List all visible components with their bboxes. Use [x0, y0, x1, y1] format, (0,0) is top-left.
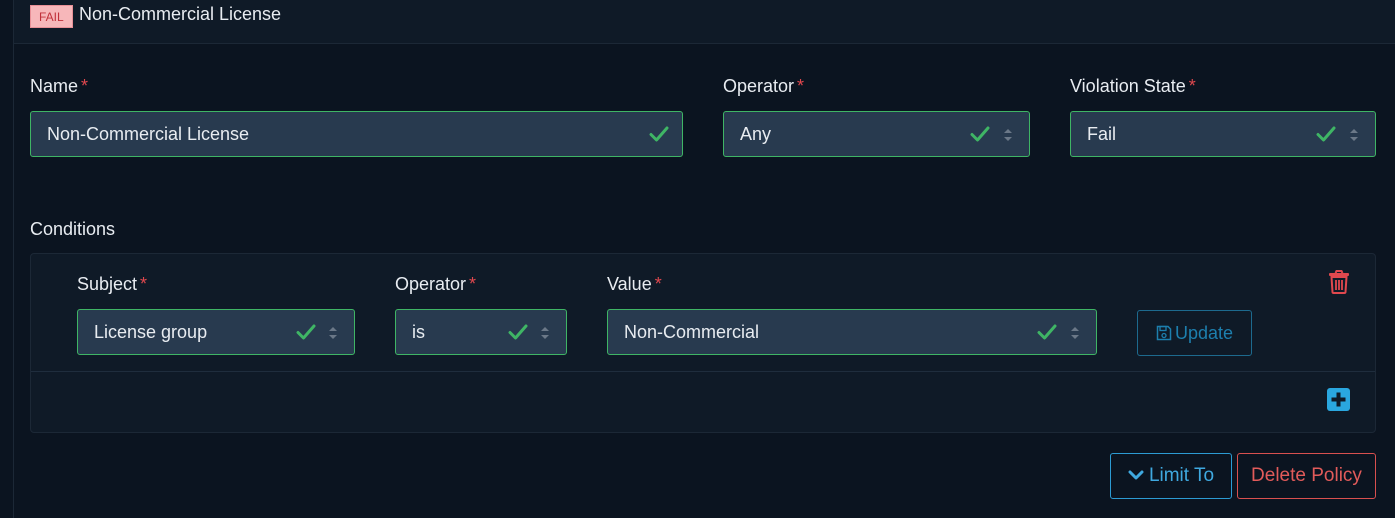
name-input-value: Non-Commercial License	[47, 124, 250, 144]
floppy-icon	[1156, 325, 1172, 340]
caret-updown-icon	[329, 327, 337, 339]
check-icon	[508, 324, 528, 340]
trash-icon[interactable]	[1328, 270, 1350, 294]
operator-select-value: Any	[740, 124, 772, 144]
policy-title: Non-Commercial License	[79, 4, 282, 24]
check-icon	[970, 126, 990, 142]
name-input[interactable]: Non-Commercial License	[30, 111, 683, 157]
subject-select[interactable]: License group	[77, 309, 355, 355]
operator-select[interactable]: Any	[723, 111, 1030, 157]
condition-value-select-value: Non-Commercial	[624, 322, 760, 342]
caret-updown-icon	[541, 327, 549, 339]
condition-value-label: Value *	[607, 274, 662, 294]
update-button-label: Update	[1174, 322, 1234, 343]
condition-row: Subject * License group Operator * is Va…	[31, 254, 1375, 372]
conditions-panel: Subject * License group Operator * is Va…	[30, 253, 1376, 433]
check-icon	[296, 324, 316, 340]
subject-label: Subject *	[77, 274, 148, 294]
required-mark: *	[797, 76, 805, 96]
required-mark: *	[1188, 76, 1196, 96]
subject-select-value: License group	[94, 322, 208, 342]
violation-state-select[interactable]: Fail	[1070, 111, 1376, 157]
condition-operator-select-value: is	[412, 322, 425, 342]
caret-updown-icon	[1071, 327, 1079, 339]
required-mark: *	[140, 274, 148, 294]
update-condition-button[interactable]: Update	[1137, 310, 1252, 356]
policy-header[interactable]: FAIL Non-Commercial License	[14, 0, 1395, 44]
condition-operator-select[interactable]: is	[395, 309, 567, 355]
violation-state-badge: FAIL	[30, 5, 73, 28]
delete-policy-button[interactable]: Delete Policy	[1237, 453, 1376, 499]
check-icon	[1037, 324, 1057, 340]
caret-updown-icon	[1350, 129, 1358, 141]
condition-operator-label: Operator *	[395, 274, 477, 294]
required-mark: *	[469, 274, 477, 294]
plus-square-icon[interactable]	[1327, 388, 1350, 411]
required-mark: *	[654, 274, 662, 294]
condition-value-select[interactable]: Non-Commercial	[607, 309, 1097, 355]
violation-state-select-value: Fail	[1087, 124, 1117, 144]
limit-to-button[interactable]: Limit To	[1110, 453, 1232, 499]
check-icon	[1316, 126, 1336, 142]
limit-to-label: Limit To	[1148, 465, 1215, 486]
conditions-label: Conditions	[30, 219, 116, 239]
name-label: Name *	[30, 76, 89, 96]
violation-state-label: Violation State *	[1070, 76, 1196, 96]
policy-card: FAIL Non-Commercial License Name * Non-Co…	[13, 0, 1395, 518]
required-mark: *	[81, 76, 89, 96]
check-icon	[649, 126, 669, 142]
chevron-down-icon	[1128, 470, 1144, 480]
caret-updown-icon	[1004, 129, 1012, 141]
operator-label: Operator *	[723, 76, 805, 96]
